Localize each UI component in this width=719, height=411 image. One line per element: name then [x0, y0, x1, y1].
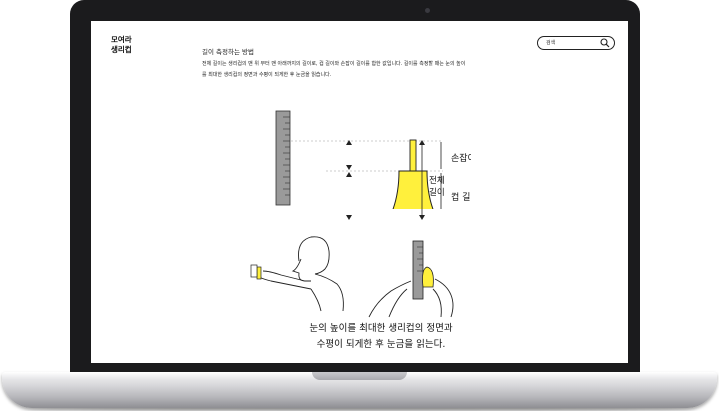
site-logo[interactable]: 모여라 생리컵 — [111, 35, 132, 55]
person-figure — [258, 236, 344, 312]
logo-line-1: 모여라 — [111, 35, 132, 44]
ruler — [275, 110, 291, 206]
total-length-label-1: 전체 — [429, 175, 445, 186]
hands-figure — [368, 240, 454, 318]
search-placeholder: 검색 — [546, 40, 556, 46]
camera-icon — [425, 8, 430, 13]
measuring-illustration — [250, 236, 454, 318]
handle-arrow-marker — [346, 140, 352, 220]
laptop-notch — [312, 372, 407, 380]
total-length-marker: 전체 길이 — [419, 140, 445, 220]
logo-line-2: 생리컵 — [111, 45, 132, 54]
caption-line-2: 수평이 되게한 후 눈금을 읽는다. — [316, 339, 446, 350]
laptop-base — [2, 372, 717, 408]
screen: 모여라 생리컵 검색 길이 측정하는 방법 전체 길이는 생리컵의 맨 위 부터… — [91, 21, 628, 363]
instruction-caption: 눈의 높이를 최대한 생리컵의 정면과 수평이 되게한 후 눈금을 읽는다. — [261, 321, 501, 353]
caption-line-1: 눈의 높이를 최대한 생리컵의 정면과 — [309, 323, 453, 334]
search-input[interactable]: 검색 — [537, 36, 615, 50]
search-icon[interactable] — [600, 38, 610, 48]
total-length-label-2: 길이 — [429, 187, 445, 198]
section-description: 전체 길이는 생리컵의 맨 위 부터 맨 아래까지의 길이로, 컵 길이와 손잡… — [202, 61, 466, 78]
section-title: 길이 측정하는 방법 — [202, 48, 254, 56]
